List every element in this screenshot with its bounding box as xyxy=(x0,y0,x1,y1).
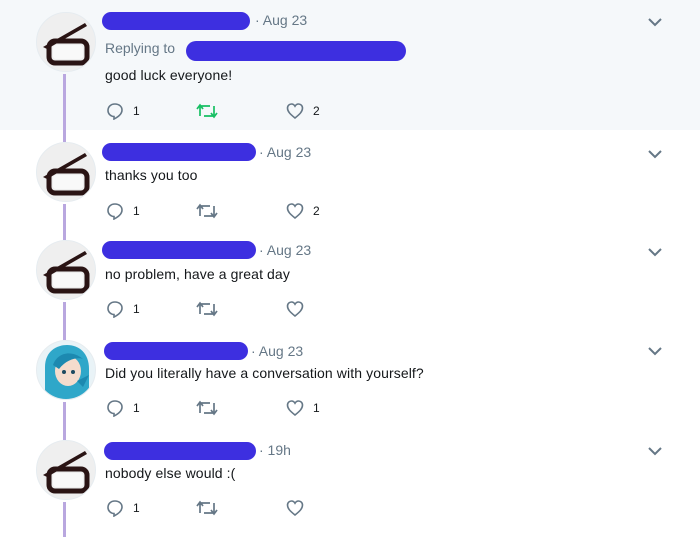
avatar[interactable] xyxy=(36,340,96,400)
tweet-text: thanks you too xyxy=(105,167,198,183)
tweet-date[interactable]: · Aug 23 xyxy=(259,242,311,258)
retweet-button[interactable] xyxy=(196,202,218,220)
reply-button[interactable]: 1 xyxy=(106,499,140,517)
reply-button[interactable]: 1 xyxy=(106,102,140,120)
thread-line xyxy=(63,402,66,430)
tweet-text: Did you literally have a conversation wi… xyxy=(105,365,424,381)
reply-icon xyxy=(107,301,123,318)
redacted-username xyxy=(102,12,250,30)
like-button[interactable]: 1 xyxy=(286,399,320,417)
like-button[interactable]: 2 xyxy=(286,102,320,120)
reply-count: 1 xyxy=(133,501,140,515)
like-count: 2 xyxy=(313,104,320,118)
retweet-button[interactable] xyxy=(196,300,218,318)
reply-button[interactable]: 1 xyxy=(106,300,140,318)
avatar[interactable] xyxy=(36,440,96,500)
heart-icon xyxy=(286,500,304,517)
retweet-icon xyxy=(196,203,218,219)
tweet-text: nobody else would :( xyxy=(105,465,236,481)
redacted-reply-handle xyxy=(186,41,406,61)
thread-line xyxy=(63,430,66,440)
thread-line xyxy=(63,302,66,330)
tweet-date[interactable]: · Aug 23 xyxy=(255,12,307,28)
chevron-down-icon[interactable] xyxy=(646,15,664,29)
tweet-date[interactable]: · Aug 23 xyxy=(251,343,303,359)
redacted-username xyxy=(104,342,248,360)
tweet-date[interactable]: · 19h xyxy=(259,442,291,458)
reply-icon xyxy=(107,203,123,220)
reply-count: 1 xyxy=(133,204,140,218)
like-button[interactable]: 2 xyxy=(286,202,320,220)
like-count: 2 xyxy=(313,204,320,218)
tweet-text: good luck everyone! xyxy=(105,67,233,83)
heart-icon xyxy=(286,103,304,120)
retweet-button[interactable] xyxy=(196,499,218,517)
tweet-date[interactable]: · Aug 23 xyxy=(259,144,311,160)
retweet-icon xyxy=(196,500,218,516)
tweet-text: no problem, have a great day xyxy=(105,266,290,282)
retweet-icon xyxy=(196,301,218,317)
chevron-down-icon[interactable] xyxy=(646,344,664,358)
like-button[interactable] xyxy=(286,499,313,517)
thread-line xyxy=(63,230,66,240)
retweet-icon xyxy=(196,103,218,119)
tweet-1[interactable]: · Aug 23 Replying to good luck everyone!… xyxy=(0,0,700,130)
thread-line xyxy=(63,130,66,142)
glasses-avatar-icon xyxy=(37,13,95,71)
redacted-username xyxy=(104,442,256,460)
like-count: 1 xyxy=(313,401,320,415)
glasses-avatar-icon xyxy=(37,441,95,499)
tweet-2[interactable]: · Aug 23 thanks you too 1 2 xyxy=(0,130,700,230)
retweet-icon xyxy=(196,400,218,416)
thread-line xyxy=(63,74,66,130)
reply-icon xyxy=(107,400,123,417)
anime-avatar-icon xyxy=(37,341,95,399)
retweet-button[interactable] xyxy=(196,102,218,120)
heart-icon xyxy=(286,203,304,220)
heart-icon xyxy=(286,301,304,318)
redacted-username xyxy=(102,241,256,259)
reply-count: 1 xyxy=(133,104,140,118)
glasses-avatar-icon xyxy=(37,241,95,299)
reply-icon xyxy=(107,500,123,517)
thread-line xyxy=(63,502,66,537)
thread-line xyxy=(63,204,66,230)
tweet-5[interactable]: · 19h nobody else would :( 1 xyxy=(0,430,700,537)
reply-count: 1 xyxy=(133,302,140,316)
reply-icon xyxy=(107,103,123,120)
reply-count: 1 xyxy=(133,401,140,415)
reply-button[interactable]: 1 xyxy=(106,399,140,417)
chevron-down-icon[interactable] xyxy=(646,444,664,458)
chevron-down-icon[interactable] xyxy=(646,245,664,259)
redacted-username xyxy=(102,143,256,161)
glasses-avatar-icon xyxy=(37,143,95,201)
chevron-down-icon[interactable] xyxy=(646,147,664,161)
avatar[interactable] xyxy=(36,12,96,72)
heart-icon xyxy=(286,400,304,417)
replying-to-label: Replying to xyxy=(105,40,176,56)
avatar[interactable] xyxy=(36,240,96,300)
like-button[interactable] xyxy=(286,300,313,318)
thread-line xyxy=(63,330,66,340)
tweet-4[interactable]: · Aug 23 Did you literally have a conver… xyxy=(0,330,700,430)
retweet-button[interactable] xyxy=(196,399,218,417)
tweet-3[interactable]: · Aug 23 no problem, have a great day 1 xyxy=(0,230,700,330)
reply-button[interactable]: 1 xyxy=(106,202,140,220)
avatar[interactable] xyxy=(36,142,96,202)
